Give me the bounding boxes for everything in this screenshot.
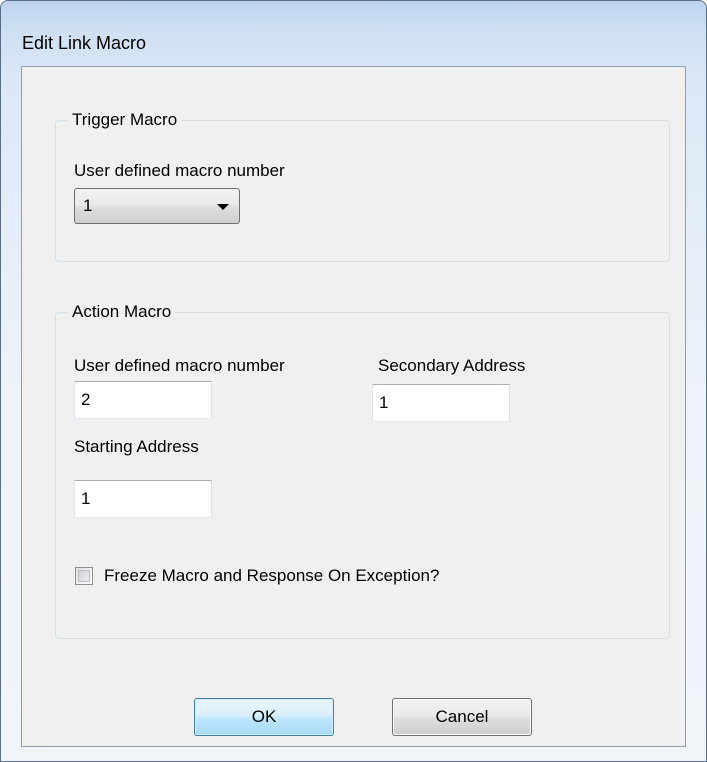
action-macro-number-label: User defined macro number [74,356,285,375]
title-bar[interactable] [1,1,706,23]
chevron-down-icon [217,204,229,210]
action-macro-number-input[interactable] [74,381,212,419]
secondary-address-input[interactable] [372,384,510,422]
starting-address-label: Starting Address [74,437,199,456]
trigger-macro-number-dropdown[interactable]: 1 [74,188,240,224]
starting-address-input[interactable] [74,480,212,518]
cancel-button[interactable]: Cancel [392,698,532,736]
trigger-macro-legend: Trigger Macro [68,109,182,131]
freeze-macro-checkbox[interactable] [75,567,93,585]
action-macro-legend: Action Macro [68,301,176,323]
freeze-macro-label[interactable]: Freeze Macro and Response On Exception? [104,566,439,586]
ok-button[interactable]: OK [194,698,334,736]
trigger-macro-number-selected: 1 [83,196,93,215]
secondary-address-label: Secondary Address [378,356,526,375]
edit-link-macro-dialog: Edit Link Macro Trigger Macro User defin… [0,0,707,762]
dialog-client-area: Trigger Macro User defined macro number … [21,66,686,747]
window-title: Edit Link Macro [22,33,147,53]
trigger-macro-number-label: User defined macro number [74,161,285,180]
